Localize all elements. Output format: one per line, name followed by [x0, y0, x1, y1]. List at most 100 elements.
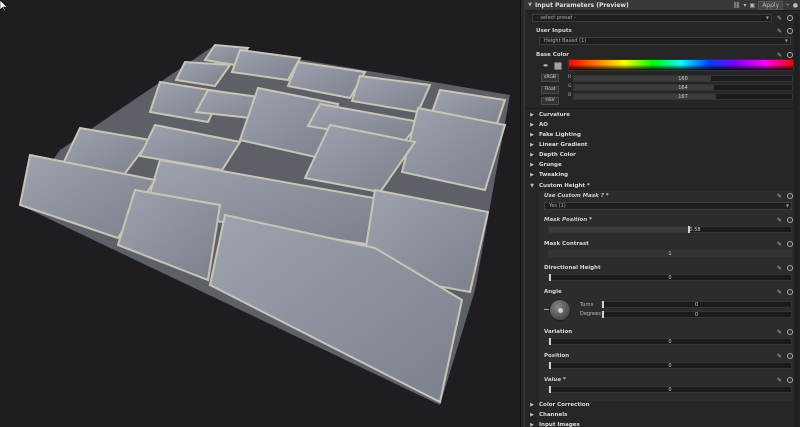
input-parameters-panel: ▼ Input Parameters (Preview) ⛓ ▾ ▣ Apply… [525, 0, 800, 427]
apply-button[interactable]: Apply [758, 1, 784, 10]
category-depth-color[interactable]: ▶ Depth Color [525, 150, 800, 160]
r-label: R [568, 75, 572, 80]
pin-icon[interactable]: ✎ [777, 265, 783, 272]
reset-icon[interactable] [787, 353, 793, 359]
expand-arrow-icon: ▼ [530, 183, 534, 189]
expand-arrow-icon: ▶ [530, 152, 534, 158]
expand-arrow-icon: ▶ [530, 402, 534, 408]
category-linear-gradient[interactable]: ▶ Linear Gradient [525, 140, 800, 150]
mask-contrast-label: Mask Contrast [544, 241, 589, 247]
reset-icon[interactable] [787, 377, 793, 383]
b-value: 167 [678, 94, 688, 100]
eyedropper-icon[interactable]: ✒ [543, 62, 549, 70]
pin-icon[interactable]: ✎ [777, 28, 783, 35]
b-label: B [568, 93, 572, 98]
reset-icon[interactable] [787, 52, 793, 58]
pin-icon[interactable]: ✎ [777, 241, 783, 248]
degrees-field[interactable]: 0 [601, 311, 792, 318]
pin-icon[interactable]: ✎ [777, 217, 783, 224]
save-icon[interactable]: ▣ [750, 2, 756, 9]
hsv-button[interactable]: HSV [541, 97, 559, 105]
mask-position-value: 0.58 [689, 227, 701, 233]
pin-icon[interactable]: ✎ [777, 329, 783, 336]
pin-icon[interactable]: ✎ [777, 52, 783, 59]
category-channels[interactable]: ▶ Channels [525, 410, 800, 420]
reset-icon[interactable] [787, 265, 793, 271]
user-inputs-select-value: Height Based (1) [544, 38, 587, 44]
variation-value: 0 [668, 339, 672, 345]
color-spectrum[interactable] [568, 59, 794, 71]
mouse-cursor-icon [0, 0, 8, 12]
reset-icon[interactable] [787, 15, 793, 21]
use-custom-mask-select[interactable]: Yes (1) ▼ [544, 202, 792, 210]
expand-arrow-icon: ▶ [530, 162, 534, 168]
category-input-images[interactable]: ▶ Input Images [525, 420, 800, 427]
panel-title: Input Parameters (Preview) [535, 1, 629, 9]
directional-height-value: 0 [668, 275, 672, 281]
float-button[interactable]: Float [541, 86, 559, 94]
chevron-down-icon: ▼ [784, 38, 788, 43]
category-fake-lighting[interactable]: ▶ Fake Lighting [525, 130, 800, 140]
panel-header: ▼ Input Parameters (Preview) ⛓ ▾ ▣ Apply… [525, 0, 800, 11]
variation-label: Variation [544, 329, 573, 335]
mask-position-slider[interactable]: 0.58 [548, 226, 792, 233]
category-label: Curvature [539, 112, 570, 118]
pin-icon[interactable]: ✎ [777, 289, 783, 296]
chevron-down-icon: ▼ [785, 203, 789, 208]
mask-contrast-value: 1 [668, 251, 672, 257]
g-slider[interactable]: 164 [573, 84, 793, 91]
link-icon[interactable]: ⛓ [733, 2, 741, 9]
position-slider[interactable]: 0 [548, 362, 792, 369]
3d-viewport[interactable] [0, 0, 520, 427]
header-tools: ⛓ ▾ ▣ Apply ⑂ ● [733, 1, 798, 10]
category-ao[interactable]: ▶ AO [525, 120, 800, 130]
pin-icon[interactable]: ✎ [777, 353, 783, 360]
turns-field[interactable]: 0 [601, 301, 792, 308]
mask-contrast-slider[interactable]: 1 [548, 250, 792, 257]
panel-scrollbar[interactable] [794, 14, 799, 427]
category-label: AO [539, 122, 548, 128]
reset-icon[interactable] [787, 329, 793, 335]
g-label: G [568, 84, 572, 89]
reset-icon[interactable] [787, 289, 793, 295]
preset-select[interactable]: - select preset - ▼ [532, 14, 772, 22]
r-slider[interactable]: 160 [573, 75, 793, 82]
angle-dial-center [558, 308, 563, 313]
color-swatch[interactable] [554, 62, 562, 70]
category-custom-height[interactable]: ▼ Custom Height * [525, 181, 800, 191]
value-value: 0 [668, 387, 672, 393]
variation-slider[interactable]: 0 [548, 338, 792, 345]
pin-icon[interactable]: ✎ [777, 193, 783, 200]
category-label: Grunge [539, 162, 562, 168]
position-value: 0 [668, 363, 672, 369]
expand-arrow-icon: ▶ [530, 172, 534, 178]
reset-icon[interactable] [787, 193, 793, 199]
directional-height-label: Directional Height [544, 265, 601, 271]
reset-icon[interactable] [787, 217, 793, 223]
divider [525, 108, 794, 109]
stone-tile-preview [18, 43, 510, 405]
collapse-arrow-icon[interactable]: ▼ [525, 2, 535, 8]
angle-dial[interactable] [549, 299, 571, 321]
value-slider[interactable]: 0 [548, 386, 792, 393]
branch-icon[interactable]: ⑂ [786, 2, 790, 9]
directional-height-slider[interactable]: 0 [548, 274, 792, 281]
srgb-button[interactable]: sRGB [541, 74, 559, 82]
reset-icon[interactable] [787, 241, 793, 247]
reset-icon[interactable] [787, 28, 793, 34]
pin-icon[interactable]: ✎ [777, 377, 783, 384]
b-slider[interactable]: 167 [573, 93, 793, 100]
category-tweaking[interactable]: ▶ Tweaking [525, 170, 800, 180]
preset-menu-icon[interactable]: ▾ [744, 2, 747, 9]
position-label: Position [544, 353, 570, 359]
pin-icon[interactable]: ✎ [777, 15, 783, 22]
category-curvature[interactable]: ▶ Curvature [525, 110, 800, 120]
g-value: 164 [678, 85, 688, 91]
category-color-correction[interactable]: ▶ Color Correction [525, 400, 800, 410]
user-inputs-select[interactable]: Height Based (1) ▼ [539, 37, 791, 45]
record-icon[interactable]: ● [793, 2, 798, 9]
use-custom-mask-value: Yes (1) [549, 203, 566, 209]
expand-arrow-icon: ▶ [530, 142, 534, 148]
category-grunge[interactable]: ▶ Grunge [525, 160, 800, 170]
turns-label: Turns [580, 302, 594, 308]
